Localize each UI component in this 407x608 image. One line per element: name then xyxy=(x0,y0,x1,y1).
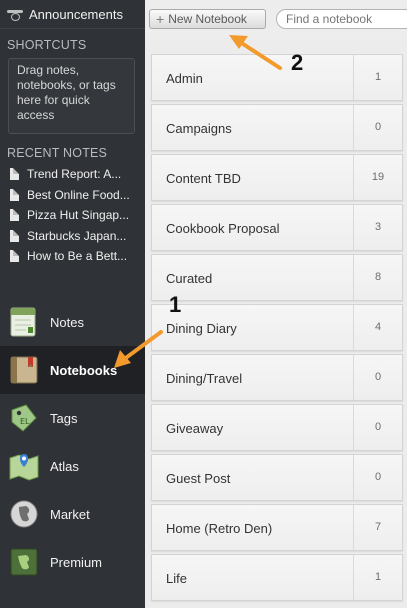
step-1-label: 1 xyxy=(169,292,182,317)
arrow-to-new-notebook xyxy=(229,35,282,70)
tutorial-annotation-layer xyxy=(114,35,282,368)
step-2-label: 2 xyxy=(291,50,304,75)
arrow-to-notebooks xyxy=(114,330,163,368)
